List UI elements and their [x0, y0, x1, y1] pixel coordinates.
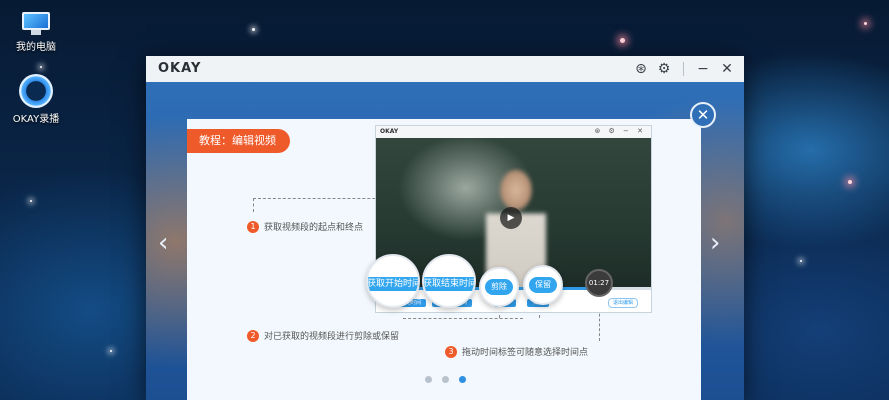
- play-icon[interactable]: ▶: [500, 207, 522, 229]
- leader-line: [403, 318, 523, 319]
- step-3: 3 拖动时间标签可随意选择时间点: [445, 345, 588, 358]
- minimize-icon[interactable]: −: [694, 60, 712, 78]
- computer-icon: [20, 12, 52, 36]
- zoom-cut: 剪除: [479, 267, 519, 307]
- star: [30, 200, 32, 202]
- desktop-icon-label: OKAY录播: [12, 114, 60, 125]
- preview-exit-edit-button[interactable]: 退出编辑: [608, 298, 638, 308]
- desktop-icon-my-computer[interactable]: 我的电脑: [6, 12, 66, 53]
- next-arrow-icon[interactable]: ›: [710, 230, 720, 256]
- step-text: 对已获取的视频段进行剪除或保留: [264, 332, 400, 342]
- okay-recorder-icon: [19, 74, 53, 108]
- tutorial-tag: 教程：编辑视频: [187, 129, 290, 153]
- video-frame: ▶: [376, 138, 651, 290]
- get-end-time-label: 获取结束时间: [422, 277, 476, 291]
- step-2: 2 对已获取的视频段进行剪除或保留: [247, 329, 399, 342]
- desktop-icon-label: 我的电脑: [16, 42, 56, 53]
- star: [864, 22, 867, 25]
- keep-label: 保留: [529, 277, 557, 293]
- step-number: 3: [445, 345, 457, 358]
- get-start-time-label: 获取开始时间: [366, 277, 420, 291]
- step-text: 获取视频段的起点和终点: [264, 223, 364, 233]
- close-icon[interactable]: ✕: [718, 60, 736, 78]
- window-body: ‹ › 教程：编辑视频 1 获取视频段的起点和终点 2 对已获取的视频段进行剪除…: [146, 82, 744, 400]
- pager: [425, 376, 466, 383]
- pager-dot[interactable]: [442, 376, 449, 383]
- prev-arrow-icon[interactable]: ‹: [158, 230, 168, 256]
- step-1: 1 获取视频段的起点和终点: [247, 220, 363, 233]
- cut-label: 剪除: [485, 279, 513, 295]
- star: [800, 260, 802, 262]
- star: [620, 38, 625, 43]
- preview-brand: OKAY: [380, 128, 399, 135]
- star: [110, 350, 112, 352]
- tutorial-close-button[interactable]: ✕: [690, 102, 716, 128]
- zoom-get-start: 获取开始时间: [366, 254, 420, 308]
- webcam-icon[interactable]: ⊛: [632, 60, 650, 78]
- okay-window: OKAY ⊛ ⚙ − ✕ ‹ › 教程：编辑视频 1 获取视频段的起点和终点 2…: [146, 56, 744, 400]
- titlebar-divider: [683, 62, 684, 76]
- preview-titlebar: OKAY ⊛ ⚙ − ✕: [376, 126, 651, 138]
- star: [848, 180, 852, 184]
- zoom-get-end: 获取结束时间: [422, 254, 476, 308]
- star: [252, 28, 255, 31]
- app-brand: OKAY: [158, 61, 202, 76]
- star: [40, 66, 42, 68]
- zoom-keep: 保留: [523, 265, 563, 305]
- tutorial-card: 教程：编辑视频 1 获取视频段的起点和终点 2 对已获取的视频段进行剪除或保留 …: [187, 119, 701, 400]
- gear-icon[interactable]: ⚙: [655, 60, 673, 78]
- pager-dot-active[interactable]: [459, 376, 466, 383]
- pager-dot[interactable]: [425, 376, 432, 383]
- step-text: 拖动时间标签可随意选择时间点: [462, 348, 589, 358]
- time-tag[interactable]: 01:27: [585, 269, 613, 297]
- desktop-icon-okay-recorder[interactable]: OKAY录播: [6, 74, 66, 125]
- step-number: 1: [247, 220, 259, 233]
- step-number: 2: [247, 329, 259, 342]
- titlebar: OKAY ⊛ ⚙ − ✕: [146, 56, 744, 82]
- preview-titlebar-icons: ⊛ ⚙ − ✕: [594, 127, 646, 135]
